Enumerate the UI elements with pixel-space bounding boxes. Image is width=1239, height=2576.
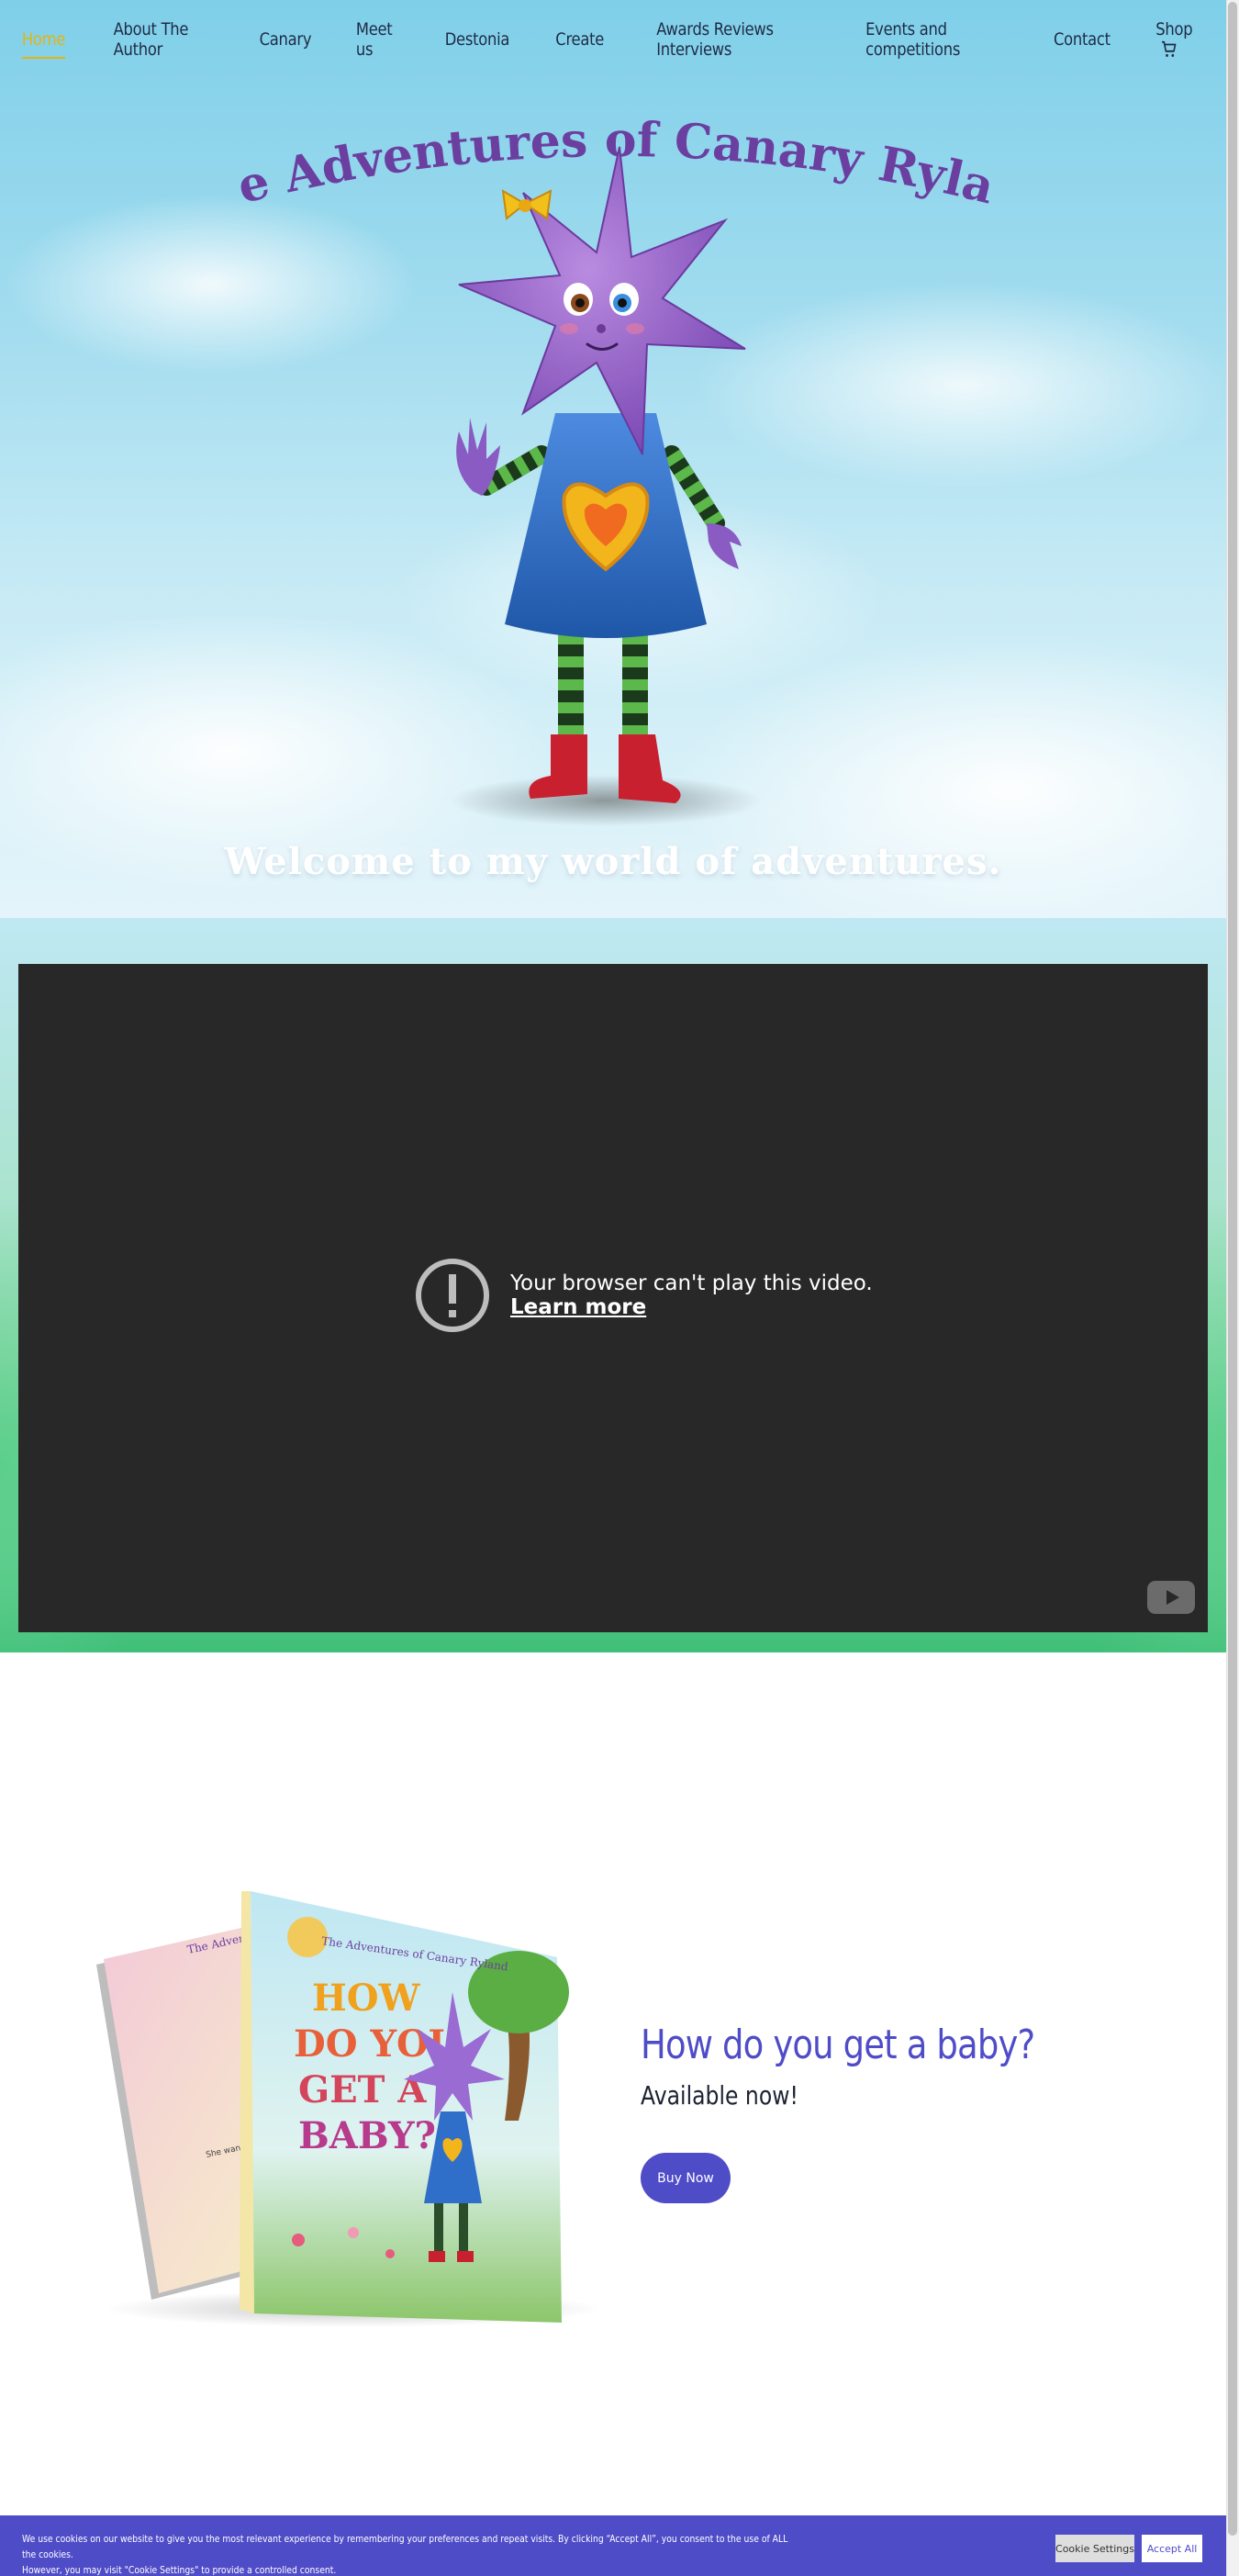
canary-character-illustration [450, 146, 762, 826]
nav-item-destonia[interactable]: Destonia [430, 29, 526, 50]
nav-item-shop[interactable]: Shop [1140, 19, 1220, 61]
cookie-text-line-2: However, you may visit "Cookie Settings"… [22, 2564, 337, 2576]
alert-icon [416, 1259, 489, 1332]
video-error-label: Your browser can't play this video. [510, 1271, 873, 1295]
nav-item-contact[interactable]: Contact [1038, 29, 1126, 50]
book-promo-section: The Adventu She wan The Adventures of Ca… [0, 1652, 1226, 2515]
video-error-text: Your browser can't play this video. Lear… [510, 1271, 873, 1319]
video-error-message: Your browser can't play this video. Lear… [415, 1258, 873, 1333]
cookie-consent-bar: We use cookies on our website to give yo… [0, 2515, 1226, 2576]
book-cover-image: The Adventu She wan The Adventures of Ca… [96, 1891, 601, 2327]
nav-item-meet-us[interactable]: Meet us [340, 19, 415, 60]
learn-more-link[interactable]: Learn more [510, 1295, 873, 1319]
nav-item-about-the-author[interactable]: About The Author [97, 19, 226, 60]
accept-all-button[interactable]: Accept All [1142, 2535, 1202, 2562]
page-scrollbar[interactable] [1226, 0, 1239, 2576]
nav-item-create[interactable]: Create [540, 29, 620, 50]
nav-item-events-and-competitions[interactable]: Events and competitions [850, 19, 1018, 60]
book-title: How do you get a baby? [641, 2022, 1035, 2068]
shopping-cart-icon[interactable] [1161, 39, 1178, 60]
main-nav: Home About The Author Canary Meet us Des… [0, 0, 1226, 79]
nav-item-canary[interactable]: Canary [243, 29, 327, 50]
cookie-text-line-1: We use cookies on our website to give yo… [22, 2533, 788, 2560]
cookie-settings-button[interactable]: Cookie Settings [1055, 2535, 1134, 2562]
youtube-icon[interactable] [1147, 1581, 1195, 1614]
page-scrollbar-thumb[interactable] [1228, 2, 1237, 2536]
nav-item-awards-reviews-interviews[interactable]: Awards Reviews Interviews [641, 19, 820, 60]
hero-welcome-text: Welcome to my world of adventures. [224, 840, 1002, 883]
book-availability: Available now! [641, 2080, 798, 2111]
video-player[interactable]: Your browser can't play this video. Lear… [18, 964, 1208, 1632]
nav-item-shop-label: Shop [1155, 18, 1193, 39]
cookie-consent-text: We use cookies on our website to give yo… [22, 2531, 793, 2576]
nav-item-home[interactable]: Home [6, 29, 82, 59]
buy-now-button[interactable]: Buy Now [641, 2153, 731, 2203]
